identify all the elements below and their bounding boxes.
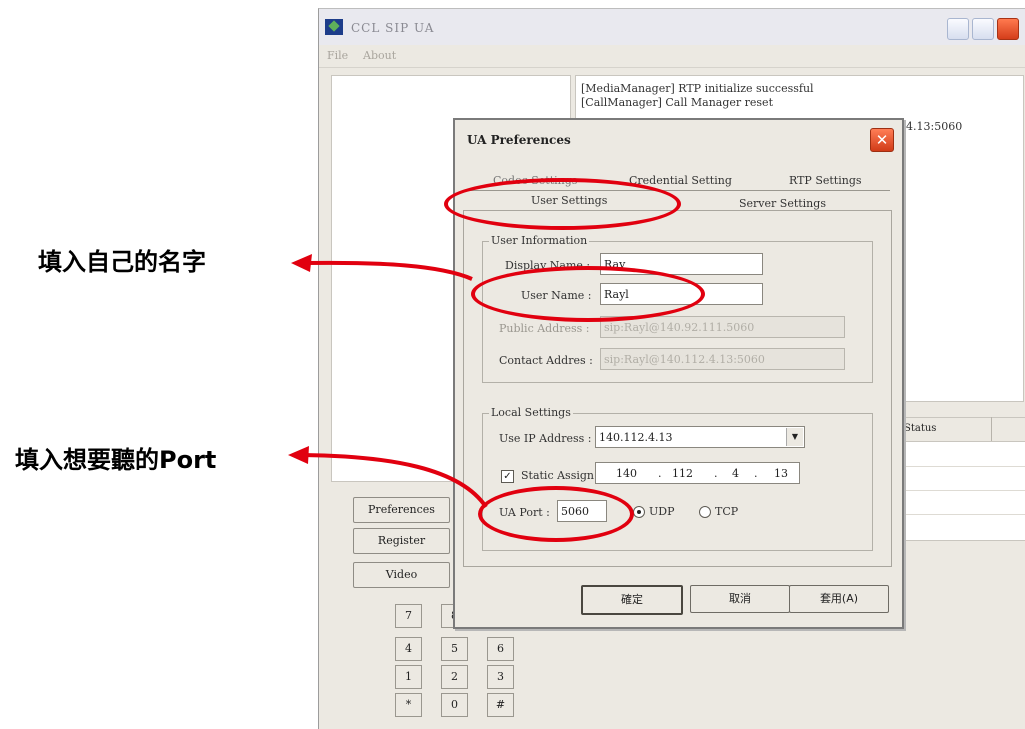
user-name-highlight: [471, 266, 705, 322]
static-ip-field[interactable]: 140 . 112 . 4 . 13: [595, 462, 800, 484]
apply-button[interactable]: 套用(A): [789, 585, 889, 613]
tcp-label: TCP: [715, 505, 739, 518]
ip-octet: 112: [672, 467, 693, 480]
ip-address-value: 140.112.4.13: [599, 431, 673, 444]
name-arrow-head: [291, 254, 312, 272]
tcp-radio[interactable]: [699, 506, 711, 518]
static-assign-checkbox[interactable]: ✓: [501, 470, 514, 483]
dialog-title: UA Preferences: [467, 133, 571, 147]
tab-server-settings[interactable]: Server Settings: [739, 197, 826, 210]
tab-rtp-settings[interactable]: RTP Settings: [789, 174, 862, 187]
port-arrow-head: [288, 446, 309, 464]
log-line: [CallManager] Call Manager reset: [581, 96, 773, 109]
log-line: 4.13:5060: [906, 120, 963, 133]
menu-about[interactable]: About: [363, 49, 396, 62]
name-annotation: 填入自己的名字: [38, 248, 206, 276]
key-star[interactable]: *: [395, 693, 422, 717]
key-3[interactable]: 3: [487, 665, 514, 689]
ok-button[interactable]: 確定: [581, 585, 683, 615]
ip-octet: 4: [732, 467, 739, 480]
status-list: [891, 441, 1025, 541]
ip-octet: 13: [774, 467, 788, 480]
key-0[interactable]: 0: [441, 693, 468, 717]
key-6[interactable]: 6: [487, 637, 514, 661]
key-7[interactable]: 7: [395, 604, 422, 628]
key-hash[interactable]: #: [487, 693, 514, 717]
window-close-icon[interactable]: [997, 18, 1019, 40]
app-title-bar: CCL SIP UA: [319, 9, 1025, 45]
menu-bar: File About: [319, 45, 1025, 68]
ua-port-highlight: [478, 486, 634, 542]
key-1[interactable]: 1: [395, 665, 422, 689]
contact-address-label: Contact Addres :: [499, 354, 593, 367]
contact-address-field: sip:Rayl@140.112.4.13:5060: [600, 348, 845, 370]
local-settings-title: Local Settings: [489, 406, 573, 419]
column-divider: [991, 417, 992, 441]
dialog-close-icon[interactable]: ✕: [870, 128, 894, 152]
app-logo-icon: [325, 19, 343, 35]
cancel-button[interactable]: 取消: [690, 585, 790, 613]
key-4[interactable]: 4: [395, 637, 422, 661]
use-ip-label: Use IP Address :: [499, 432, 592, 445]
video-button[interactable]: Video: [353, 562, 450, 588]
app-title: CCL SIP UA: [351, 21, 435, 35]
user-information-title: User Information: [489, 234, 590, 247]
log-line: [MediaManager] RTP initialize successful: [581, 82, 814, 95]
key-2[interactable]: 2: [441, 665, 468, 689]
maximize-icon[interactable]: [972, 18, 994, 40]
user-settings-highlight: [444, 178, 681, 230]
preferences-button[interactable]: Preferences: [353, 497, 450, 523]
ip-address-select[interactable]: 140.112.4.13 ▼: [595, 426, 805, 448]
udp-label: UDP: [649, 505, 675, 518]
menu-file[interactable]: File: [327, 49, 348, 62]
status-column-header[interactable]: Status: [891, 417, 1025, 443]
status-header-label: Status: [904, 423, 937, 434]
key-5[interactable]: 5: [441, 637, 468, 661]
port-annotation: 填入想要聽的Port: [15, 446, 217, 474]
dropdown-arrow-icon[interactable]: ▼: [786, 428, 803, 446]
udp-radio[interactable]: [633, 506, 645, 518]
register-button[interactable]: Register: [353, 528, 450, 554]
static-assign-label: Static Assign :: [521, 469, 602, 482]
public-address-label: Public Address :: [499, 322, 590, 335]
dialog-title-bar: UA Preferences ✕: [455, 120, 902, 156]
minimize-icon[interactable]: [947, 18, 969, 40]
ip-octet: 140: [616, 467, 637, 480]
